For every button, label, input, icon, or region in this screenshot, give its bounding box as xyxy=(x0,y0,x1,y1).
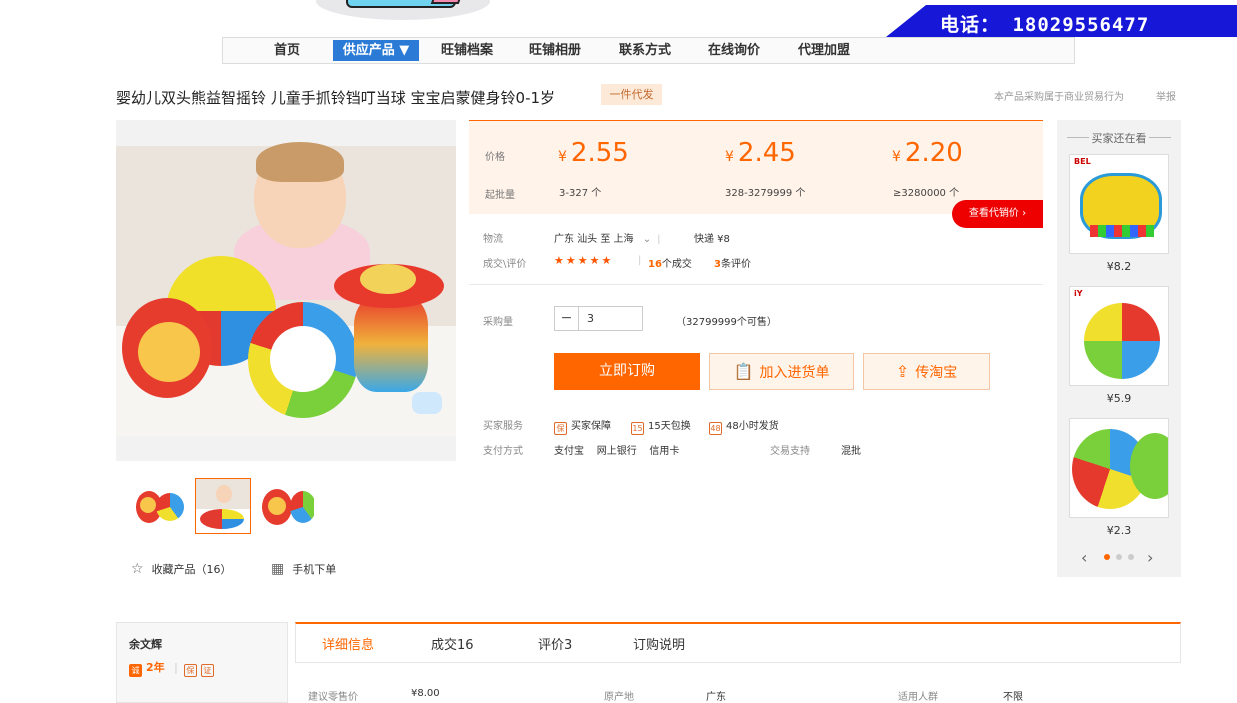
clipboard-icon: 📋 xyxy=(733,362,754,381)
pager-dot[interactable] xyxy=(1128,554,1134,560)
separator: | xyxy=(638,255,642,266)
nav-item-inquiry[interactable]: 在线询价 xyxy=(700,38,768,63)
product-main-image[interactable] xyxy=(116,120,456,461)
tab-order-notes[interactable]: 订购说明 xyxy=(633,634,685,653)
spec-value: 广东 xyxy=(706,692,726,703)
rail-price: ¥5.9 xyxy=(1106,392,1132,405)
qty-tier-2: 328-3279999 个 xyxy=(725,188,806,199)
add-to-cart-button[interactable]: 📋 加入进货单 xyxy=(709,353,854,390)
spec-key: 建议零售价 xyxy=(308,692,358,703)
thumbnail-selected[interactable] xyxy=(195,478,251,534)
report-link[interactable]: 举报 xyxy=(1156,88,1176,103)
thumbnail[interactable] xyxy=(131,478,187,534)
available-stock: （32799999个可售） xyxy=(676,317,777,328)
mobile-order-label: 手机下单 xyxy=(292,563,337,576)
service-exchange[interactable]: 15 15天包换 xyxy=(631,417,691,435)
rail-product-card[interactable]: iY xyxy=(1069,286,1169,386)
seller-name[interactable]: 余文辉 xyxy=(129,636,162,652)
review-count[interactable]: 3条评价 xyxy=(714,255,751,270)
spec-key: 适用人群 xyxy=(898,692,938,703)
clock-icon: 48 xyxy=(709,422,722,435)
send-to-taobao-button[interactable]: ⇪ 传淘宝 xyxy=(863,353,990,390)
tab-deals[interactable]: 成交16 xyxy=(431,634,474,653)
nav-item-products[interactable]: 供应产品 ▼ xyxy=(333,40,419,61)
logistics-label: 物流 xyxy=(483,234,503,245)
service-shipping[interactable]: 48 48小时发货 xyxy=(709,417,779,435)
trade-note: 本产品采购属于商业贸易行为 xyxy=(994,92,1124,103)
express-fee: 快递 ¥8 xyxy=(694,234,730,245)
spec-key: 原产地 xyxy=(604,692,634,703)
upload-icon: ⇪ xyxy=(895,362,910,381)
shield-icon: 保 xyxy=(554,422,567,435)
logistics-route[interactable]: 广东 汕头 至 上海 ⌄ | xyxy=(554,230,661,245)
seller-card: 余文辉 诚 2年 | 保证 xyxy=(116,622,288,703)
buyer-service-label: 买家服务 xyxy=(483,421,523,432)
phone-banner: 电话： 18029556477 xyxy=(886,5,1237,37)
rail-prev-button[interactable]: ‹ xyxy=(1081,548,1087,567)
purchase-qty-label: 采购量 xyxy=(483,317,513,328)
rating-stars: ★★★★★ xyxy=(554,254,614,267)
calendar-icon: 15 xyxy=(631,422,644,435)
dropship-tag[interactable]: 一件代发 xyxy=(601,84,662,105)
divider xyxy=(469,284,1043,285)
min-qty-label: 起批量 xyxy=(485,190,515,201)
product-title: 婴幼儿双头熊益智摇铃 儿童手抓铃铛叮当球 宝宝启蒙健身铃0-1岁 xyxy=(116,89,556,107)
thumbnail[interactable] xyxy=(259,478,315,534)
rail-title: 买家还在看 xyxy=(1057,130,1181,146)
pager-dot[interactable] xyxy=(1116,554,1122,560)
quantity-stepper: − 3 xyxy=(554,306,643,331)
top-nav: 首页 供应产品 ▼ 旺铺档案 旺铺相册 联系方式 在线询价 代理加盟 xyxy=(222,37,1075,64)
deals-label: 成交\评价 xyxy=(483,259,527,270)
payment-methods: 支付宝 网上银行 信用卡 xyxy=(554,446,680,457)
rail-product-card[interactable] xyxy=(1069,418,1169,518)
rail-next-button[interactable]: › xyxy=(1147,548,1153,567)
nav-item-agent[interactable]: 代理加盟 xyxy=(790,38,858,63)
price-label: 价格 xyxy=(485,152,505,163)
detail-tabs: 详细信息 成交16 评价3 订购说明 xyxy=(295,622,1181,663)
spec-value: ¥8.00 xyxy=(411,688,440,699)
rail-product-card[interactable]: BEL xyxy=(1069,154,1169,254)
agent-price-button[interactable]: 查看代销价 › xyxy=(952,200,1043,228)
price-panel: 价格 起批量 ¥2.55 ¥2.45 ¥2.20 3-327 个 328-327… xyxy=(469,120,1043,214)
decrement-button[interactable]: − xyxy=(555,307,579,330)
nav-item-profile[interactable]: 旺铺档案 xyxy=(433,38,501,63)
buy-now-button[interactable]: 立即订购 xyxy=(554,353,700,390)
qty-tier-1: 3-327 个 xyxy=(559,188,602,199)
chevron-down-icon: ⌄ xyxy=(642,234,652,245)
quantity-input[interactable]: 3 xyxy=(579,307,594,330)
qr-code-icon: ▦ xyxy=(271,561,285,577)
trade-support-label: 交易支持 xyxy=(770,446,810,457)
star-outline-icon: ☆ xyxy=(131,561,144,577)
price-tier-2: ¥2.45 xyxy=(725,138,796,168)
pager-dot[interactable] xyxy=(1104,554,1110,560)
seller-years: 诚 2年 | 保证 xyxy=(129,659,218,677)
shield-icon: 保 xyxy=(183,664,197,677)
badge-icon: 证 xyxy=(200,664,214,677)
shop-icon: 诚 xyxy=(129,664,142,677)
trade-support-value: 混批 xyxy=(841,446,861,457)
spec-value: 不限 xyxy=(1003,692,1023,703)
favorite-label: 收藏产品（16） xyxy=(151,563,232,576)
service-guarantee[interactable]: 保买家保障 xyxy=(554,417,611,435)
also-viewed-rail: 买家还在看 BEL ¥8.2 iY ¥5.9 ¥2.3 ‹ › xyxy=(1057,120,1181,577)
rail-price: ¥8.2 xyxy=(1106,260,1132,273)
tab-reviews[interactable]: 评价3 xyxy=(538,634,572,653)
favorite-button[interactable]: ☆ 收藏产品（16） xyxy=(131,561,232,577)
qty-tier-3: ≥3280000 个 xyxy=(893,188,960,199)
thumbnail-strip xyxy=(131,478,315,534)
brand-logo xyxy=(316,0,490,20)
nav-item-contact[interactable]: 联系方式 xyxy=(611,38,679,63)
payment-label: 支付方式 xyxy=(483,446,523,457)
rail-price: ¥2.3 xyxy=(1106,524,1132,537)
price-tier-1: ¥2.55 xyxy=(558,138,629,168)
tab-details[interactable]: 详细信息 xyxy=(322,634,374,653)
mobile-order-button[interactable]: ▦ 手机下单 xyxy=(271,561,336,577)
rail-pager xyxy=(1104,554,1134,560)
nav-item-home[interactable]: 首页 xyxy=(255,38,319,63)
price-tier-3: ¥2.20 xyxy=(892,138,963,168)
nav-item-album[interactable]: 旺铺相册 xyxy=(521,38,589,63)
deal-count[interactable]: 16个成交 xyxy=(648,255,692,270)
